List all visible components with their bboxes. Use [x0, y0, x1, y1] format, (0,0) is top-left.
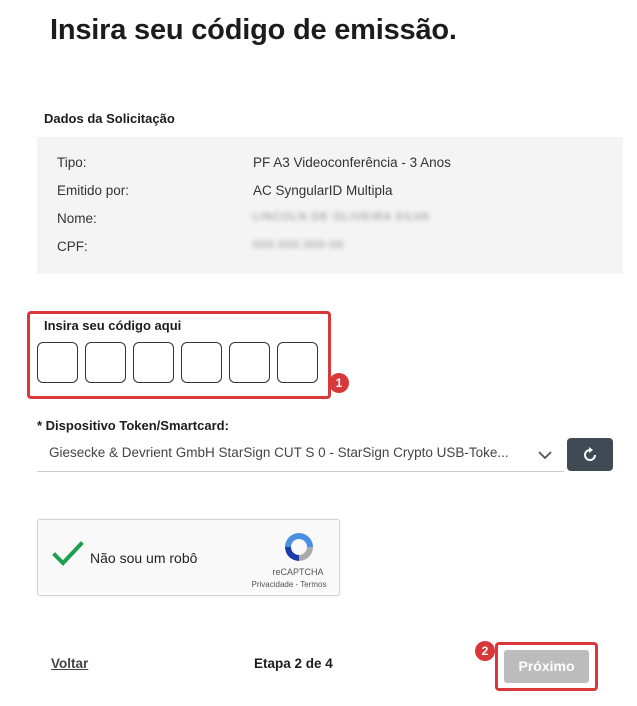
info-label-emitido: Emitido por: — [57, 183, 130, 198]
code-digit-2[interactable] — [85, 342, 126, 383]
refresh-devices-button[interactable] — [567, 438, 613, 471]
next-button[interactable]: Próximo — [504, 650, 589, 683]
info-label-cpf: CPF: — [57, 239, 88, 254]
code-digit-5[interactable] — [229, 342, 270, 383]
privacy-link[interactable]: Privacidade — [251, 580, 293, 589]
device-select[interactable]: Giesecke & Devrient GmbH StarSign CUT S … — [37, 437, 564, 472]
code-label: Insira seu código aqui — [44, 318, 182, 333]
info-value-cpf: 000.000.000-00 — [253, 239, 345, 251]
request-section-label: Dados da Solicitação — [44, 111, 175, 126]
code-digit-1[interactable] — [37, 342, 78, 383]
back-link[interactable]: Voltar — [51, 656, 88, 671]
info-value-tipo: PF A3 Videoconferência - 3 Anos — [253, 155, 451, 170]
next-button-highlight: Próximo — [495, 642, 598, 691]
terms-link[interactable]: Termos — [300, 580, 326, 589]
info-value-emitido: AC SyngularID Multipla — [253, 183, 393, 198]
annotation-badge-2: 2 — [475, 641, 495, 661]
info-label-tipo: Tipo: — [57, 155, 87, 170]
recaptcha-links: Privacidade - Termos — [244, 580, 334, 589]
recaptcha-widget[interactable]: Não sou um robô reCAPTCHA Privacidade - … — [37, 519, 340, 596]
info-value-nome: LINCOLN DE OLIVEIRA SILVA — [253, 211, 430, 223]
code-digit-6[interactable] — [277, 342, 318, 383]
recaptcha-brand: reCAPTCHA — [272, 567, 324, 577]
request-info-box: Tipo: PF A3 Videoconferência - 3 Anos Em… — [37, 137, 623, 274]
code-digit-3[interactable] — [133, 342, 174, 383]
code-input-group: Insira seu código aqui — [27, 311, 331, 399]
recaptcha-logo-icon — [282, 530, 316, 569]
step-indicator: Etapa 2 de 4 — [254, 656, 333, 671]
device-label: * Dispositivo Token/Smartcard: — [37, 418, 229, 433]
device-selected-value: Giesecke & Devrient GmbH StarSign CUT S … — [49, 445, 509, 460]
chevron-down-icon — [538, 447, 552, 465]
code-digit-4[interactable] — [181, 342, 222, 383]
refresh-icon — [584, 447, 596, 461]
info-label-nome: Nome: — [57, 211, 97, 226]
annotation-badge-1: 1 — [329, 373, 349, 393]
checkmark-icon[interactable] — [52, 540, 84, 573]
captcha-label: Não sou um robô — [90, 550, 198, 566]
page-title: Insira seu código de emissão. — [50, 14, 457, 46]
